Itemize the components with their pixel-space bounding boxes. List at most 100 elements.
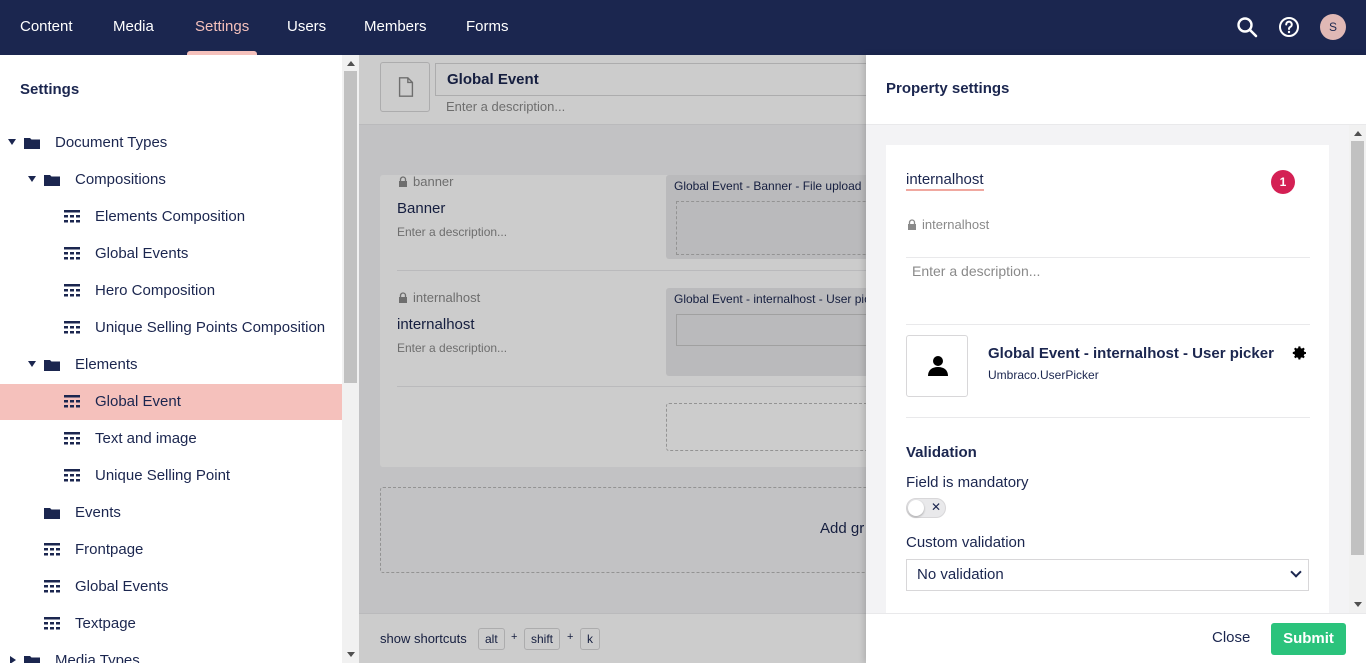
custom-validation-value: No validation <box>917 566 1004 583</box>
property-editor-name[interactable]: Global Event - internalhost - User picke… <box>988 345 1274 362</box>
custom-validation-select[interactable]: No validation <box>906 559 1309 591</box>
sidebar-scrollbar[interactable] <box>342 55 359 663</box>
folder-icon <box>44 360 60 371</box>
panel-header: Property settings <box>866 55 1366 125</box>
close-button[interactable]: Close <box>1212 629 1250 646</box>
nav-settings[interactable]: Settings <box>186 0 258 55</box>
caret-down-icon[interactable] <box>8 139 16 145</box>
tree-item-elements-composition[interactable]: Elements Composition <box>0 199 342 235</box>
tree-item-label: Compositions <box>75 171 166 188</box>
tree-item-global-events[interactable]: Global Events <box>0 236 342 272</box>
help-icon[interactable] <box>1277 15 1301 39</box>
panel-scrollbar[interactable] <box>1349 125 1366 613</box>
mandatory-toggle[interactable]: ✕ <box>906 498 946 518</box>
nav-users[interactable]: Users <box>287 0 326 55</box>
error-count-badge: 1 <box>1271 170 1295 194</box>
property-name-input[interactable]: internalhost <box>906 171 984 191</box>
document-type-icon <box>64 395 80 408</box>
property-editor-picker[interactable] <box>906 335 968 397</box>
tree-item-unique-selling-point[interactable]: Unique Selling Point <box>0 458 342 494</box>
caret-down-icon[interactable] <box>28 176 36 182</box>
search-icon[interactable] <box>1235 15 1259 39</box>
divider <box>906 417 1310 418</box>
folder-icon <box>24 656 40 663</box>
document-type-icon <box>44 543 60 556</box>
avatar[interactable]: S <box>1320 14 1346 40</box>
user-icon <box>928 356 948 376</box>
submit-button[interactable]: Submit <box>1271 623 1346 655</box>
property-description-input[interactable]: Enter a description... <box>912 263 1040 279</box>
tree-item-text-and-image[interactable]: Text and image <box>0 421 342 457</box>
tree-item-label: Hero Composition <box>95 282 216 299</box>
scroll-up-icon[interactable] <box>1354 131 1362 136</box>
tree-item-label: Events <box>75 504 121 521</box>
settings-tree: Settings Document Types Compositions Ele… <box>0 55 342 663</box>
tree-item-usp-composition[interactable]: Unique Selling Points Composition <box>0 310 342 346</box>
tree-item-global-events-2[interactable]: Global Events <box>0 569 342 605</box>
tree-item-label: Unique Selling Points Composition <box>95 319 326 336</box>
property-alias-text: internalhost <box>922 217 990 232</box>
divider <box>906 324 1310 325</box>
tree-item-label: Global Event <box>95 393 181 410</box>
panel-footer: Close Submit <box>866 613 1366 663</box>
caret-right-icon[interactable] <box>10 656 16 663</box>
top-navigation: Content Media Settings Users Members For… <box>0 0 1366 55</box>
document-type-icon <box>64 210 80 223</box>
property-editor-alias: Umbraco.UserPicker <box>988 368 1099 382</box>
nav-members[interactable]: Members <box>364 0 427 55</box>
folder-icon <box>24 138 40 149</box>
tree-item-compositions[interactable]: Compositions <box>0 162 342 198</box>
toggle-knob <box>908 500 924 516</box>
divider <box>906 257 1310 258</box>
sidebar-title: Settings <box>20 81 80 98</box>
property-settings-panel: Property settings internalhost 1 interna… <box>866 55 1366 663</box>
document-type-icon <box>64 284 80 297</box>
tree-item-label: Textpage <box>75 615 136 632</box>
close-icon: ✕ <box>931 500 942 514</box>
document-type-icon <box>44 580 60 593</box>
tree-item-label: Unique Selling Point <box>95 467 231 484</box>
gear-icon[interactable] <box>1292 345 1308 361</box>
modal-backdrop[interactable] <box>359 55 866 663</box>
tree-item-document-types[interactable]: Document Types <box>0 125 342 161</box>
tree-item-frontpage[interactable]: Frontpage <box>0 532 342 568</box>
nav-media[interactable]: Media <box>113 0 154 55</box>
scroll-down-icon[interactable] <box>1354 602 1362 607</box>
tree-item-label: Elements Composition <box>95 208 246 225</box>
nav-forms[interactable]: Forms <box>466 0 509 55</box>
custom-validation-label: Custom validation <box>906 534 1026 551</box>
tree-item-events[interactable]: Events <box>0 495 342 531</box>
scroll-up-icon[interactable] <box>347 61 355 66</box>
property-alias-field[interactable]: internalhost <box>907 217 989 232</box>
document-type-icon <box>64 432 80 445</box>
tree-item-label: Text and image <box>95 430 197 447</box>
tree-item-label: Global Events <box>95 245 189 262</box>
tree-item-global-event[interactable]: Global Event <box>0 384 342 420</box>
document-type-icon <box>64 469 80 482</box>
tree-item-label: Elements <box>75 356 138 373</box>
validation-heading: Validation <box>906 444 977 461</box>
chevron-down-icon <box>1290 566 1302 578</box>
panel-title: Property settings <box>886 80 1010 97</box>
scroll-down-icon[interactable] <box>347 652 355 657</box>
tree-item-label: Media Types <box>55 652 140 663</box>
tree-item-label: Document Types <box>55 134 168 151</box>
document-type-icon <box>44 617 60 630</box>
document-type-icon <box>64 247 80 260</box>
lock-icon[interactable] <box>907 219 917 230</box>
scrollbar-thumb[interactable] <box>1351 141 1364 555</box>
tree-item-label: Global Events <box>75 578 169 595</box>
tree-item-elements[interactable]: Elements <box>0 347 342 383</box>
property-settings-card: internalhost 1 internalhost Enter a desc… <box>886 145 1329 615</box>
tree-item-media-types[interactable]: Media Types <box>0 643 342 663</box>
mandatory-label: Field is mandatory <box>906 474 1029 491</box>
tree-item-label: Frontpage <box>75 541 144 558</box>
tree-item-textpage[interactable]: Textpage <box>0 606 342 642</box>
nav-content[interactable]: Content <box>20 0 73 55</box>
scrollbar-thumb[interactable] <box>344 71 357 383</box>
tree-item-hero-composition[interactable]: Hero Composition <box>0 273 342 309</box>
folder-icon <box>44 508 60 519</box>
folder-icon <box>44 175 60 186</box>
document-type-icon <box>64 321 80 334</box>
caret-down-icon[interactable] <box>28 361 36 367</box>
